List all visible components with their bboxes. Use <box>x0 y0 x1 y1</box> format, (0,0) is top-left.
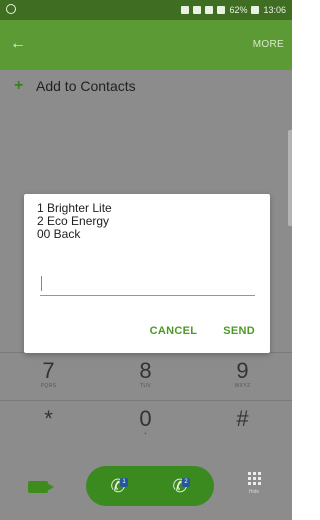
status-app-icon <box>6 4 16 14</box>
keypad-grid-icon <box>243 472 265 485</box>
add-to-contacts-label: Add to Contacts <box>36 78 136 94</box>
hide-keypad-button[interactable]: Hide <box>243 470 265 504</box>
sim-icon <box>205 6 214 14</box>
nfc-icon <box>193 6 202 14</box>
status-time: 13:06 <box>263 5 286 15</box>
battery-percent: 62% <box>229 5 248 15</box>
bluetooth-icon <box>181 6 190 14</box>
dialog-actions: CANCEL SEND <box>150 325 255 337</box>
add-to-contacts-row[interactable]: + Add to Contacts <box>14 77 136 95</box>
call-button-group: ✆ 1 ✆ 2 <box>86 466 214 506</box>
more-button[interactable]: MORE <box>253 39 284 50</box>
key-9[interactable]: 9 WXYZ <box>194 353 291 401</box>
status-bar: 62% 13:06 <box>0 0 292 20</box>
key-hash[interactable]: # <box>194 401 291 449</box>
key-0[interactable]: 0 + <box>97 401 194 449</box>
edge-panel-handle[interactable] <box>288 130 292 226</box>
key-8[interactable]: 8 TUV <box>97 353 194 401</box>
text-cursor <box>41 276 42 291</box>
video-call-icon[interactable] <box>28 481 54 493</box>
app-bar: ← MORE <box>0 20 292 70</box>
ussd-dialog: 1 Brighter Lite 2 Eco Energy 00 Back CAN… <box>24 194 270 353</box>
sim1-badge: 1 <box>120 478 128 487</box>
key-star[interactable]: * <box>0 401 97 449</box>
signal-icon <box>217 6 226 14</box>
send-button[interactable]: SEND <box>223 325 255 337</box>
arrow-left-icon[interactable]: ← <box>10 34 30 54</box>
input-underline <box>40 295 255 296</box>
battery-icon <box>251 6 260 14</box>
cancel-button[interactable]: CANCEL <box>150 325 198 337</box>
plus-icon: + <box>14 77 24 94</box>
keypad-row: * 0 + # <box>0 401 292 449</box>
hide-label: Hide <box>248 489 260 495</box>
sim2-badge: 2 <box>182 478 190 487</box>
keypad-row: 7 PQRS 8 TUV 9 WXYZ <box>0 353 292 401</box>
ussd-reply-input[interactable] <box>40 272 255 296</box>
status-icons: 62% 13:06 <box>181 5 286 15</box>
key-7[interactable]: 7 PQRS <box>0 353 97 401</box>
ussd-message: 1 Brighter Lite 2 Eco Energy 00 Back <box>37 201 112 241</box>
